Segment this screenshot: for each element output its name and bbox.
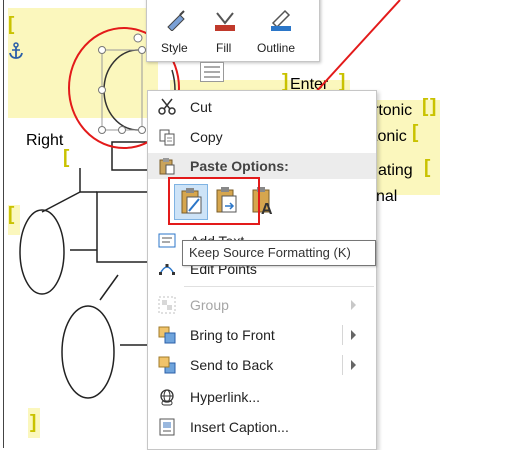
- fill-icon: [213, 9, 237, 33]
- text-box-icon: [158, 232, 176, 250]
- menu-label-copy: Copy: [190, 129, 223, 145]
- submenu-arrow-icon[interactable]: [351, 360, 356, 370]
- edit-points-icon: [158, 260, 176, 278]
- menu-item-insert-caption[interactable]: Insert Caption...: [148, 413, 376, 441]
- group-icon: [158, 296, 176, 314]
- caption-icon: [158, 418, 176, 436]
- menu-item-send-to-back[interactable]: Send to Back: [148, 351, 376, 379]
- copy-icon: [158, 128, 176, 146]
- menu-label-hyperlink: Hyperlink...: [190, 389, 261, 405]
- selection-box: [101, 49, 143, 131]
- clipboard-icon: [158, 157, 176, 175]
- outline-icon: [269, 9, 293, 33]
- submenu-arrow-icon: [351, 300, 356, 310]
- context-menu: Cut Copy Paste Options: A Add Text Edit …: [147, 90, 377, 450]
- menu-label-bring-to-front: Bring to Front: [190, 327, 275, 343]
- menu-label-cut: Cut: [190, 99, 212, 115]
- menu-item-hyperlink[interactable]: Hyperlink...: [148, 383, 376, 411]
- send-to-back-icon: [158, 356, 176, 374]
- tooltip-text: Keep Source Formatting (K): [189, 245, 351, 260]
- annotation-box: [168, 177, 260, 225]
- style-button[interactable]: Style: [155, 3, 201, 57]
- submenu-arrow-icon[interactable]: [351, 330, 356, 340]
- fill-button[interactable]: Fill: [203, 3, 247, 57]
- selected-arc-shape: [103, 49, 139, 131]
- menu-item-cut[interactable]: Cut: [148, 93, 376, 121]
- fill-label: Fill: [216, 41, 232, 55]
- menu-label-insert-caption: Insert Caption...: [190, 419, 289, 435]
- scissors-icon: [158, 98, 176, 116]
- svg-text:A: A: [261, 201, 273, 218]
- style-icon: [165, 9, 189, 32]
- menu-item-copy[interactable]: Copy: [148, 123, 376, 151]
- menu-item-group[interactable]: Group: [148, 291, 376, 319]
- tooltip: Keep Source Formatting (K): [182, 240, 376, 266]
- paste-options-label: Paste Options:: [190, 158, 289, 174]
- menu-label-group: Group: [190, 297, 229, 313]
- style-label: Style: [161, 41, 188, 55]
- hyperlink-icon: [158, 388, 176, 406]
- outline-button[interactable]: Outline: [251, 3, 313, 57]
- bring-to-front-icon: [158, 326, 176, 344]
- menu-item-bring-to-front[interactable]: Bring to Front: [148, 321, 376, 349]
- menu-label-send-to-back: Send to Back: [190, 357, 274, 373]
- outline-label: Outline: [257, 41, 296, 55]
- paste-options-header: Paste Options:: [148, 153, 376, 179]
- layout-options-icon[interactable]: [200, 62, 224, 82]
- menu-separator: [184, 286, 374, 287]
- mini-toolbar: Style Fill Outline: [146, 0, 320, 62]
